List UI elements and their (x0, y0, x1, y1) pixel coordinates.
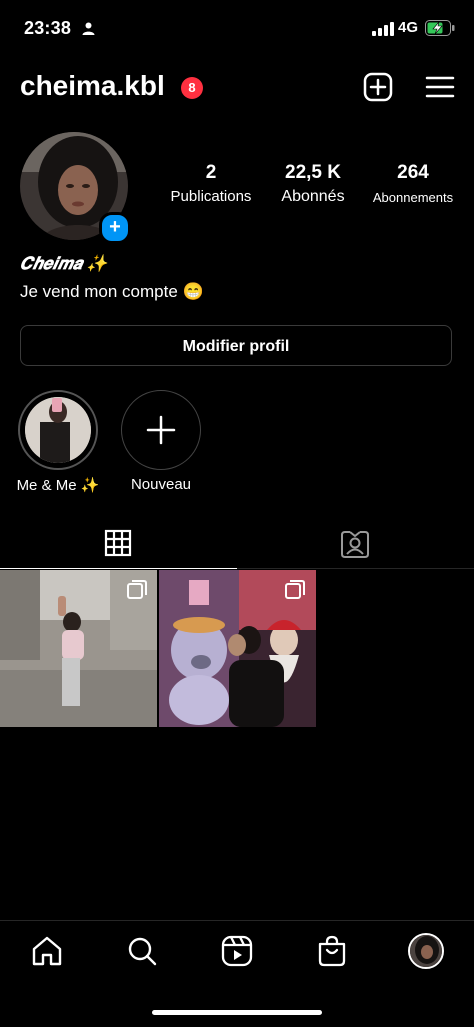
stat-posts-value: 2 (205, 162, 217, 183)
highlight-me-and-me[interactable] (18, 390, 98, 470)
person-icon (82, 22, 95, 35)
stat-following-value: 264 (397, 162, 429, 183)
highlight-label: Me & Me ✨ (16, 477, 100, 494)
carousel-icon (285, 580, 305, 599)
plus-square-icon[interactable] (363, 72, 393, 102)
plus-icon (146, 415, 176, 445)
stat-followers[interactable]: 22,5 K Abonnés (270, 162, 356, 206)
avatar-icon[interactable] (408, 933, 444, 969)
stat-followers-label: Abonnés (281, 188, 345, 205)
carousel-icon (127, 580, 147, 599)
highlight-new[interactable] (121, 390, 201, 470)
profile-username[interactable]: cheima.kbl (20, 70, 165, 102)
stat-following[interactable]: 264 Abonnements (364, 162, 462, 205)
stat-following-label: Abonnements (372, 190, 454, 205)
signal-icon (372, 22, 394, 36)
network-type: 4G (398, 19, 419, 36)
post-thumbnail[interactable] (159, 570, 316, 727)
search-icon[interactable] (125, 934, 159, 968)
shopping-bag-icon[interactable] (315, 934, 349, 968)
grid-icon[interactable] (104, 529, 132, 557)
add-story-button[interactable]: + (99, 212, 131, 244)
notification-badge[interactable]: 8 (181, 77, 203, 99)
highlight-label: Nouveau (130, 476, 192, 493)
tagged-person-icon[interactable] (340, 529, 370, 559)
bio-name: 𝑪𝒉𝒆𝒊𝒎𝒂 ✨ (20, 254, 108, 273)
hamburger-menu-icon[interactable] (425, 72, 455, 102)
stat-posts-label: Publications (170, 188, 252, 205)
status-time: 23:38 (24, 18, 72, 38)
home-indicator (152, 1010, 322, 1015)
home-icon[interactable] (30, 934, 64, 968)
bio-text: Je vend mon compte 😁 (20, 282, 204, 301)
tab-active-indicator (0, 568, 237, 569)
stat-posts[interactable]: 2 Publications (165, 162, 257, 205)
battery-charging-icon (425, 20, 455, 36)
reels-icon[interactable] (220, 934, 254, 968)
post-thumbnail[interactable] (0, 570, 157, 727)
edit-profile-button[interactable]: Modifier profil (20, 325, 452, 366)
stat-followers-value: 22,5 K (285, 162, 341, 183)
